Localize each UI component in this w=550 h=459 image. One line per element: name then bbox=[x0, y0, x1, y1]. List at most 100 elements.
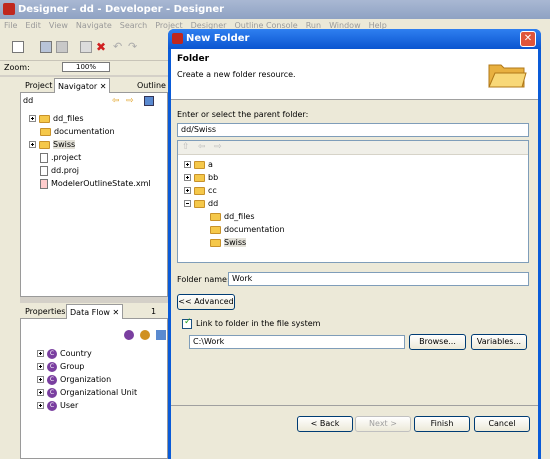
class-icon: C bbox=[47, 348, 57, 359]
data-flow-tabs: Properties Data Flow ✕ 1 bbox=[20, 303, 168, 319]
close-icon[interactable]: ✕ bbox=[520, 31, 536, 47]
tab-data-flow[interactable]: Data Flow ✕ bbox=[66, 304, 124, 319]
back-button[interactable]: < Back bbox=[297, 416, 353, 432]
list-item-organization[interactable]: C Organization bbox=[37, 373, 111, 386]
finish-button[interactable]: Finish bbox=[414, 416, 470, 432]
cancel-button[interactable]: Cancel bbox=[474, 416, 530, 432]
folder-tree-item[interactable]: cc bbox=[184, 184, 217, 197]
tree-item-documentation[interactable]: documentation bbox=[40, 125, 115, 138]
next-button[interactable]: Next > bbox=[355, 416, 411, 432]
tree-item-label: dd_files bbox=[53, 114, 84, 123]
tree-item-xml[interactable]: ModelerOutlineState.xml bbox=[40, 177, 151, 190]
link-path-input[interactable]: C:\Work bbox=[189, 335, 405, 349]
expand-icon[interactable] bbox=[37, 389, 44, 396]
expand-icon[interactable] bbox=[29, 115, 36, 122]
attribute-icon[interactable] bbox=[140, 330, 150, 340]
browse-button[interactable]: Browse... bbox=[409, 334, 466, 350]
print-icon[interactable] bbox=[56, 41, 68, 53]
undo-icon[interactable]: ↶ bbox=[113, 41, 125, 53]
expand-icon[interactable] bbox=[37, 402, 44, 409]
tree-item-label: documentation bbox=[54, 127, 115, 136]
up-icon[interactable]: ⇧ bbox=[182, 142, 190, 152]
folder-tree-item[interactable]: dd bbox=[184, 197, 218, 210]
tab-more[interactable]: 1 bbox=[148, 304, 159, 319]
link-folder-label: Link to folder in the file system bbox=[196, 319, 321, 328]
folder-tree-item[interactable]: a bbox=[184, 158, 213, 171]
add-icon[interactable] bbox=[156, 330, 166, 340]
parent-folder-input[interactable]: dd/Swiss bbox=[177, 123, 529, 137]
forward-arrow-icon[interactable]: ⇨ bbox=[126, 96, 134, 106]
list-item-organizational-unit[interactable]: C Organizational Unit bbox=[37, 386, 137, 399]
back-icon[interactable]: ⇦ bbox=[198, 142, 206, 152]
tree-item-swiss[interactable]: Swiss bbox=[29, 138, 76, 151]
class-icon[interactable] bbox=[124, 330, 134, 340]
advanced-button[interactable]: << Advanced bbox=[177, 294, 235, 310]
folder-tree-item[interactable]: dd_files bbox=[210, 210, 255, 223]
folder-tree-item-label: a bbox=[208, 160, 213, 169]
list-item-group[interactable]: C Group bbox=[37, 360, 84, 373]
expand-icon[interactable] bbox=[184, 174, 191, 181]
menu-edit[interactable]: Edit bbox=[25, 21, 41, 30]
expand-icon[interactable] bbox=[37, 376, 44, 383]
folder-icon bbox=[210, 238, 221, 247]
menu-search[interactable]: Search bbox=[120, 21, 147, 30]
folder-tree-item-selected[interactable]: Swiss bbox=[210, 236, 247, 249]
list-item-country[interactable]: C Country bbox=[37, 347, 92, 360]
redo-icon[interactable]: ↷ bbox=[128, 41, 140, 53]
expand-icon[interactable] bbox=[184, 187, 191, 194]
class-icon: C bbox=[47, 361, 57, 372]
expand-icon[interactable] bbox=[184, 161, 191, 168]
list-item-label: User bbox=[60, 401, 79, 410]
list-item-label: Organization bbox=[60, 375, 112, 384]
folder-name-input[interactable]: Work bbox=[228, 272, 529, 286]
folder-tree-item-label: cc bbox=[208, 186, 217, 195]
home-icon[interactable] bbox=[144, 96, 154, 106]
dialog-titlebar: New Folder bbox=[168, 29, 541, 49]
menu-navigate[interactable]: Navigate bbox=[76, 21, 112, 30]
tab-properties[interactable]: Properties bbox=[22, 304, 68, 319]
navigator-tabs: Project Navigator ✕ Outline bbox=[20, 77, 168, 93]
tree-item-label: Swiss bbox=[53, 140, 76, 149]
folder-icon bbox=[39, 114, 50, 123]
dialog-separator bbox=[171, 405, 538, 406]
dialog-header-desc: Create a new folder resource. bbox=[177, 70, 296, 79]
tab-project[interactable]: Project bbox=[22, 78, 55, 93]
folder-icon bbox=[40, 127, 51, 136]
parent-folder-label: Enter or select the parent folder: bbox=[177, 110, 309, 119]
menu-view[interactable]: View bbox=[49, 21, 68, 30]
tab-navigator-label: Navigator bbox=[58, 82, 98, 91]
folder-icon bbox=[194, 160, 205, 169]
tree-item-dd-files[interactable]: dd_files bbox=[29, 112, 84, 125]
forward-icon[interactable]: ⇨ bbox=[214, 142, 222, 152]
folder-icon bbox=[39, 140, 50, 149]
folder-name-label: Folder name: bbox=[177, 275, 230, 284]
variables-button[interactable]: Variables... bbox=[471, 334, 527, 350]
menu-file[interactable]: File bbox=[4, 21, 17, 30]
collapse-icon[interactable] bbox=[184, 200, 191, 207]
back-arrow-icon[interactable]: ⇦ bbox=[112, 96, 120, 106]
tree-item-project-file[interactable]: .project bbox=[40, 151, 81, 164]
tab-outline[interactable]: Outline bbox=[134, 78, 169, 93]
folder-tree-item-label: dd_files bbox=[224, 212, 255, 221]
new-icon[interactable] bbox=[12, 41, 24, 53]
folder-tree-item-label: documentation bbox=[224, 225, 285, 234]
folder-tree-item[interactable]: bb bbox=[184, 171, 218, 184]
app-icon bbox=[3, 3, 15, 15]
list-item-label: Group bbox=[60, 362, 85, 371]
tree-item-dd-proj[interactable]: dd.proj bbox=[40, 164, 79, 177]
copy-icon[interactable] bbox=[80, 41, 92, 53]
folder-icon bbox=[210, 212, 221, 221]
expand-icon[interactable] bbox=[29, 141, 36, 148]
expand-icon[interactable] bbox=[37, 350, 44, 357]
tree-item-label: dd.proj bbox=[51, 166, 80, 175]
dialog-title: New Folder bbox=[186, 33, 250, 44]
list-item-user[interactable]: C User bbox=[37, 399, 78, 412]
link-folder-checkbox[interactable]: ✓ bbox=[182, 317, 192, 329]
class-icon: C bbox=[47, 400, 57, 411]
folder-tree-item[interactable]: documentation bbox=[210, 223, 285, 236]
zoom-field[interactable]: 100% bbox=[62, 62, 110, 72]
tab-navigator[interactable]: Navigator ✕ bbox=[54, 78, 111, 93]
save-icon[interactable] bbox=[40, 41, 52, 53]
expand-icon[interactable] bbox=[37, 363, 44, 370]
delete-icon[interactable]: ✖ bbox=[96, 41, 108, 53]
